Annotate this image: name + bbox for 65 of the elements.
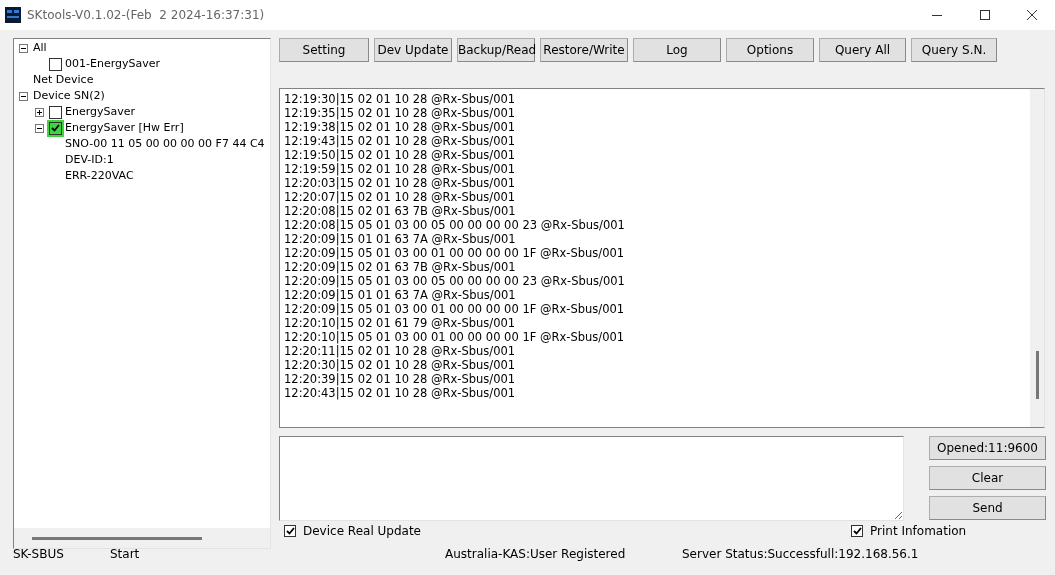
log-line: 12:20:03|15 02 01 10 28 @Rx-Sbus/001 [284,176,517,190]
log-line: 12:19:59|15 02 01 10 28 @Rx-Sbus/001 [284,162,517,176]
toolbar-button[interactable]: Log [633,38,721,62]
status-text: Australia-KAS:User Registered [445,546,627,563]
log-line: 12:20:09|15 01 01 63 7A @Rx-Sbus/001 [284,232,517,246]
tree-item-label[interactable]: Device SN(2) [33,87,105,105]
status-text: Server Status:Successfull:192.168.56.1 [682,546,919,563]
log-line: 12:19:43|15 02 01 10 28 @Rx-Sbus/001 [284,134,517,148]
collapse-icon[interactable] [19,43,28,53]
toolbar-button[interactable]: Backup/Read [457,38,535,62]
log-line: 12:20:09|15 05 01 03 00 01 00 00 00 00 1F @Rx-Sbus/001 [284,302,626,316]
checkbox[interactable] [284,525,296,537]
minimize-icon[interactable] [931,14,942,16]
toolbar-button[interactable]: Options [726,38,814,62]
log-line: 12:19:35|15 02 01 10 28 @Rx-Sbus/001 [284,106,517,120]
checkbox-label[interactable]: Device Real Update [303,522,421,540]
app-icon [5,7,21,23]
tree-item-label[interactable]: EnergySaver [65,103,136,121]
log-line: 12:20:11|15 02 01 10 28 @Rx-Sbus/001 [284,344,517,358]
tree-item-label[interactable]: EnergySaver [Hw Err] [65,119,184,137]
checkbox[interactable] [49,105,62,119]
window-title: SKtools-V0.1.02-(Feb 2 2024-16:37:31) [27,7,265,24]
checkbox[interactable] [851,525,863,537]
tree-item-label[interactable]: Net Device [33,71,94,89]
checkbox-label[interactable]: Print Infomation [870,522,967,540]
log-line: 12:20:39|15 02 01 10 28 @Rx-Sbus/001 [284,372,517,386]
log-line: 12:20:30|15 02 01 10 28 @Rx-Sbus/001 [284,358,517,372]
horizontal-scrollbar-thumb[interactable] [32,536,202,540]
action-button[interactable]: Send [929,496,1046,520]
status-text: Start [110,546,141,563]
log-line: 12:20:08|15 02 01 63 7B @Rx-Sbus/001 [284,204,517,218]
maximize-icon[interactable] [979,10,990,20]
log-line: 12:19:50|15 02 01 10 28 @Rx-Sbus/001 [284,148,517,162]
toolbar-button[interactable]: Query S.N. [911,38,997,62]
checkbox[interactable] [49,121,62,135]
tree-item-label[interactable]: SNO-00 11 05 00 00 00 00 F7 44 C4 [65,135,265,153]
tree-item-label[interactable]: DEV-ID:1 [65,151,114,169]
log-line: 12:20:09|15 01 01 63 7A @Rx-Sbus/001 [284,288,517,302]
toolbar-button[interactable]: Dev Update [374,38,452,62]
expand-icon[interactable] [35,107,44,117]
log-line: 12:20:09|15 05 01 03 00 05 00 00 00 00 23 @Rx-Sbus/001 [284,274,626,288]
tree-item-label[interactable]: 001-EnergySaver [65,55,160,73]
toolbar-button[interactable]: Restore/Write [540,38,628,62]
log-line: 12:20:08|15 05 01 03 00 05 00 00 00 00 23 @Rx-Sbus/001 [284,218,626,232]
collapse-icon[interactable] [19,91,28,101]
toolbar-button[interactable]: Query All [819,38,906,62]
log-line: 12:20:07|15 02 01 10 28 @Rx-Sbus/001 [284,190,517,204]
log-line: 12:19:30|15 02 01 10 28 @Rx-Sbus/001 [284,92,517,106]
collapse-icon[interactable] [35,123,44,133]
status-text: SK-SBUS [13,546,65,563]
log-line: 12:20:10|15 02 01 61 79 @Rx-Sbus/001 [284,316,517,330]
log-line: 12:20:09|15 02 01 63 7B @Rx-Sbus/001 [284,260,517,274]
action-button[interactable]: Opened:11:9600 [929,436,1046,460]
tree-item-label[interactable]: ERR-220VAC [65,167,134,185]
vertical-scrollbar-thumb[interactable] [1035,351,1039,399]
log-line: 12:20:10|15 05 01 03 00 01 00 00 00 00 1F @Rx-Sbus/001 [284,330,626,344]
send-input-field[interactable] [279,436,904,521]
close-icon[interactable] [1026,10,1037,20]
log-line: 12:20:43|15 02 01 10 28 @Rx-Sbus/001 [284,386,517,400]
action-button[interactable]: Clear [929,466,1046,490]
log-line: 12:19:38|15 02 01 10 28 @Rx-Sbus/001 [284,120,517,134]
toolbar-button[interactable]: Setting [279,38,369,62]
checkbox[interactable] [49,57,62,71]
log-line: 12:20:09|15 05 01 03 00 01 00 00 00 00 1F @Rx-Sbus/001 [284,246,626,260]
tree-item-label[interactable]: All [33,39,47,57]
